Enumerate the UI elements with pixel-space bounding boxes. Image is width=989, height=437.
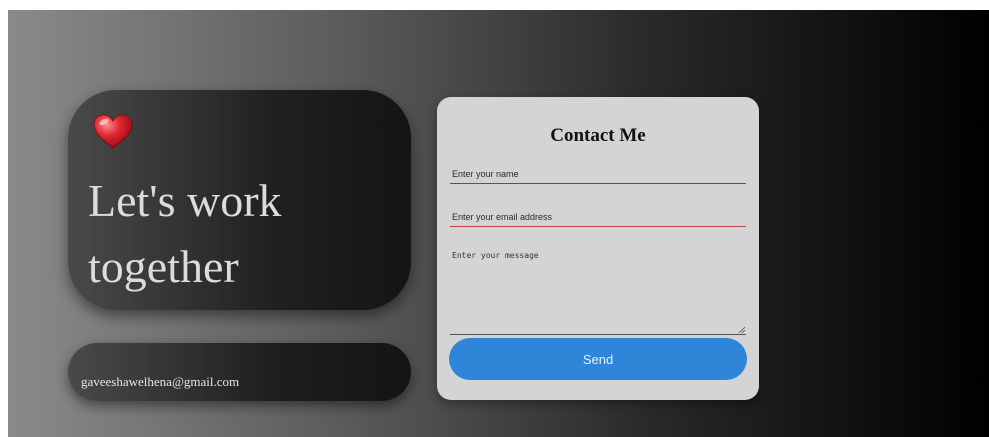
resize-handle-icon[interactable] (738, 326, 745, 333)
contact-form: Contact Me Send (437, 97, 759, 400)
form-title: Contact Me (550, 125, 646, 146)
name-input[interactable] (450, 164, 746, 184)
heart-icon (93, 114, 133, 149)
contact-email[interactable]: gaveeshawelhena@gmail.com (81, 374, 239, 390)
hero-card: Let's work together (68, 90, 411, 310)
message-textarea[interactable] (450, 245, 746, 335)
hero-title: Let's work together (88, 168, 398, 300)
hero-title-line1: Let's work (88, 175, 282, 226)
email-input[interactable] (450, 207, 746, 227)
email-card: gaveeshawelhena@gmail.com (68, 343, 411, 401)
page-background: Let's work together gaveeshawelhena@gmail… (8, 10, 989, 437)
send-button[interactable]: Send (449, 338, 747, 380)
hero-title-line2: together (88, 241, 239, 292)
